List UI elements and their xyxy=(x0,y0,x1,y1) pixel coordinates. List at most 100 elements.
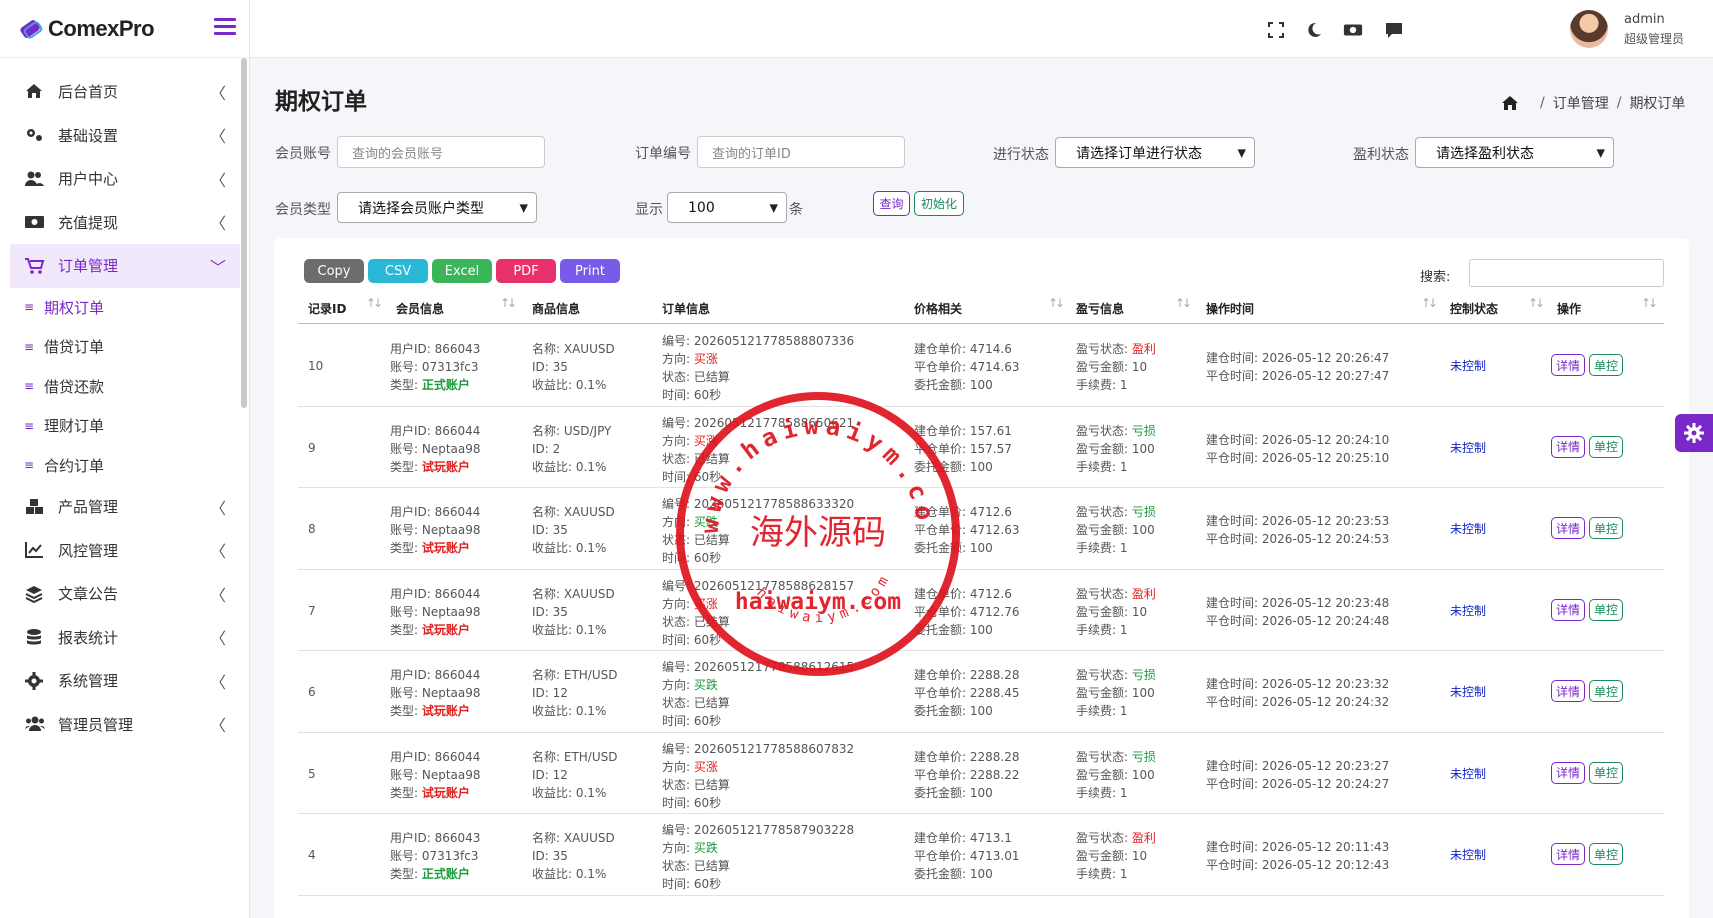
logo[interactable]: ComexPro xyxy=(0,0,249,58)
page-size-select[interactable]: 100 ▼ xyxy=(667,192,787,223)
dark-mode-icon[interactable] xyxy=(1304,20,1324,40)
message-icon[interactable] xyxy=(1384,20,1404,40)
sort-icon[interactable]: ↑↓ xyxy=(366,296,383,310)
detail-button[interactable]: 详情 xyxy=(1551,598,1585,621)
cash-icon[interactable] xyxy=(1343,20,1363,40)
home-icon[interactable] xyxy=(1496,90,1524,116)
th-time[interactable]: 操作时间 xyxy=(1206,300,1254,317)
th-profit[interactable]: 盈亏信息 xyxy=(1076,300,1124,317)
control-status: 未控制 xyxy=(1450,522,1487,536)
control-button[interactable]: 单控 xyxy=(1589,680,1623,702)
open-price: 建仓单价: 4713.1 xyxy=(914,831,1012,845)
fee: 手续费: 1 xyxy=(1076,785,1128,800)
th-order[interactable]: 订单信息 xyxy=(662,300,710,317)
reset-button[interactable]: 初始化 xyxy=(914,191,964,216)
sidebar-subitem-2[interactable]: ≡ 借贷还款 xyxy=(10,367,240,407)
progress-status-select[interactable]: 请选择订单进行状态 ▼ xyxy=(1055,137,1255,168)
sidebar-nav: 后台首页〈基础设置〈用户中心〈充值提现〈订单管理 ﹀ ≡ 期权订单 ≡ 借贷订单 ≡ 借贷还款… xyxy=(10,70,240,746)
product-name: 名称: XAUUSD xyxy=(532,586,615,601)
table-row: 5 用户ID: 866044 账号: Neptaa98 类型: 试玩账户 名称: ETH… xyxy=(298,733,1664,814)
profit-status-select[interactable]: 请选择盈利状态 ▼ xyxy=(1415,137,1614,168)
order-amount: 委托金额: 100 xyxy=(914,541,993,555)
detail-button[interactable]: 详情 xyxy=(1551,680,1585,702)
control-button[interactable]: 单控 xyxy=(1589,843,1623,865)
control-button[interactable]: 单控 xyxy=(1589,598,1623,621)
member-account-input[interactable]: 查询的会员账号 xyxy=(337,136,545,168)
close-time: 平仓时间: 2026-05-12 20:24:53 xyxy=(1206,532,1390,546)
close-price: 平仓单价: 4713.01 xyxy=(914,849,1020,863)
detail-button[interactable]: 详情 xyxy=(1551,761,1585,784)
th-record-id[interactable]: 记录ID xyxy=(308,300,346,317)
sort-icon[interactable]: ↑↓ xyxy=(500,296,517,310)
sidebar-item-8[interactable]: 报表统计 〈 xyxy=(10,616,240,660)
sidebar-scrollbar[interactable] xyxy=(241,58,247,408)
control-status: 未控制 xyxy=(1450,848,1487,862)
member-type-label: 类型: xyxy=(390,622,419,637)
order-id-input[interactable]: 查询的订单ID xyxy=(697,136,905,168)
th-action[interactable]: 操作 xyxy=(1557,300,1581,317)
control-button[interactable]: 单控 xyxy=(1589,435,1623,458)
record-id: 6 xyxy=(308,685,316,699)
sidebar-item-4[interactable]: 订单管理 ﹀ xyxy=(10,244,240,288)
sort-icon[interactable]: ↑↓ xyxy=(1048,296,1065,310)
avatar[interactable] xyxy=(1570,10,1608,48)
copy-button[interactable]: Copy xyxy=(304,259,364,283)
sort-icon[interactable]: ↑↓ xyxy=(1528,296,1545,310)
sort-icon[interactable]: ↑↓ xyxy=(1175,296,1192,310)
member-uid: 用户ID: 866044 xyxy=(390,586,481,601)
th-member[interactable]: 会员信息 xyxy=(396,300,444,317)
order-id-label: 订单编号 xyxy=(635,146,691,162)
users-icon xyxy=(24,170,46,188)
logo-icon xyxy=(20,19,43,39)
sidebar-item-9[interactable]: 系统管理 〈 xyxy=(10,659,240,703)
control-button[interactable]: 单控 xyxy=(1589,517,1623,539)
control-status: 未控制 xyxy=(1450,359,1487,373)
pdf-button[interactable]: PDF xyxy=(496,259,556,283)
csv-button[interactable]: CSV xyxy=(368,259,428,283)
sidebar-item-6[interactable]: 风控管理 〈 xyxy=(10,529,240,573)
search-input[interactable] xyxy=(1469,259,1664,287)
user-name[interactable]: admin xyxy=(1624,12,1665,27)
sidebar-subitem-3[interactable]: ≡ 理财订单 xyxy=(10,406,240,446)
order-amount: 委托金额: 100 xyxy=(914,867,993,881)
sidebar-item-5[interactable]: 产品管理 〈 xyxy=(10,485,240,529)
sidebar-item-1[interactable]: 基础设置 〈 xyxy=(10,114,240,158)
member-uid: 用户ID: 866043 xyxy=(390,831,481,845)
menu-toggle-icon[interactable] xyxy=(214,18,236,38)
open-price: 建仓单价: 4714.6 xyxy=(914,342,1012,356)
print-button[interactable]: Print xyxy=(560,259,620,283)
sidebar-subitem-1[interactable]: ≡ 借贷订单 xyxy=(10,327,240,367)
sidebar-item-0[interactable]: 后台首页 〈 xyxy=(10,70,240,114)
control-button[interactable]: 单控 xyxy=(1589,761,1623,784)
order-state: 状态: 已结算 xyxy=(662,859,730,873)
th-price[interactable]: 价格相关 xyxy=(914,300,962,317)
sidebar-item-2[interactable]: 用户中心 〈 xyxy=(10,157,240,201)
member-type: 试玩账户 xyxy=(421,459,470,474)
settings-gear-icon[interactable] xyxy=(1675,414,1713,452)
detail-button[interactable]: 详情 xyxy=(1551,354,1585,376)
member-type-select[interactable]: 请选择会员账户类型 ▼ xyxy=(337,192,537,223)
order-direction: 买涨 xyxy=(693,596,718,611)
sidebar-item-10[interactable]: 管理员管理 〈 xyxy=(10,703,240,747)
detail-button[interactable]: 详情 xyxy=(1551,435,1585,458)
sidebar-subitem-4[interactable]: ≡ 合约订单 xyxy=(10,446,240,486)
sidebar-subitem-label: 借贷还款 xyxy=(44,377,105,396)
th-product[interactable]: 商品信息 xyxy=(532,300,580,317)
sort-icon[interactable]: ↑↓ xyxy=(1641,296,1658,310)
th-control[interactable]: 控制状态 xyxy=(1450,300,1498,317)
breadcrumb-orders[interactable]: 订单管理 xyxy=(1553,93,1609,113)
sidebar-item-7[interactable]: 文章公告 〈 xyxy=(10,572,240,616)
sidebar-subitem-0[interactable]: ≡ 期权订单 xyxy=(10,288,240,328)
progress-status-value: 请选择订单进行状态 xyxy=(1076,145,1202,162)
detail-button[interactable]: 详情 xyxy=(1551,843,1585,865)
table-row: 6 用户ID: 866044 账号: Neptaa98 类型: 试玩账户 名称: ETH… xyxy=(298,651,1664,733)
detail-button[interactable]: 详情 xyxy=(1551,517,1585,539)
fullscreen-icon[interactable] xyxy=(1266,20,1286,40)
sort-icon[interactable]: ↑↓ xyxy=(1421,296,1438,310)
control-button[interactable]: 单控 xyxy=(1589,354,1623,376)
query-button[interactable]: 查询 xyxy=(873,191,910,216)
excel-button[interactable]: Excel xyxy=(432,259,492,283)
pl-amount: 盈亏金额: 10 xyxy=(1076,849,1148,863)
order-direction-label: 方向: xyxy=(662,433,691,448)
sidebar-item-3[interactable]: 充值提现 〈 xyxy=(10,201,240,245)
